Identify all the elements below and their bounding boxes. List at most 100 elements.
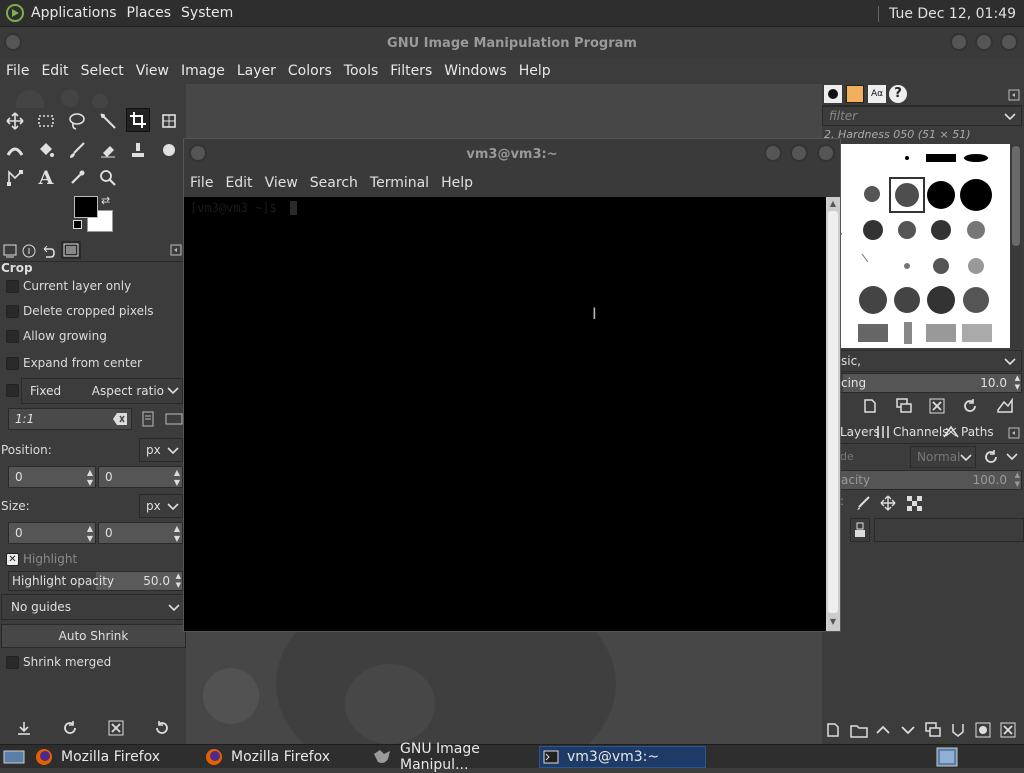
applications-menu[interactable]: Applications	[31, 5, 117, 21]
unified-transform-tool-icon[interactable]	[157, 109, 181, 133]
new-layer-icon[interactable]	[825, 722, 841, 738]
taskbar-item-gimp[interactable]: GNU Image Manipul...	[372, 741, 537, 773]
window-menu-button[interactable]	[4, 33, 22, 51]
terminal-menu-edit[interactable]: Edit	[219, 175, 258, 191]
fonts-tab-icon[interactable]: Aα	[868, 85, 886, 103]
terminal-window[interactable]: vm3@vm3:~ File Edit View Search Terminal…	[183, 138, 841, 632]
layer-mode-combo[interactable]: Normal	[910, 446, 976, 468]
text-tool-icon[interactable]: A	[34, 166, 58, 190]
merge-layer-icon[interactable]	[950, 722, 966, 738]
gimp-titlebar[interactable]: GNU Image Manipulation Program	[0, 28, 1024, 58]
lock-pixels-icon[interactable]	[855, 495, 871, 511]
spin-arrows-icon[interactable]: ▲ ▼	[87, 524, 93, 544]
position-unit-combo[interactable]: px	[139, 438, 183, 462]
maximize-button[interactable]	[975, 33, 993, 51]
raise-layer-icon[interactable]	[875, 722, 891, 738]
allow-growing-checkbox[interactable]	[6, 330, 19, 343]
fixed-checkbox[interactable]	[6, 384, 19, 397]
distro-logo-icon[interactable]	[5, 3, 25, 23]
images-tab-icon[interactable]	[61, 241, 81, 259]
paths-tool-icon[interactable]	[3, 166, 27, 190]
ratio-input[interactable]: 1:1	[8, 408, 132, 430]
portrait-icon[interactable]	[141, 411, 155, 427]
rect-select-tool-icon[interactable]	[34, 109, 58, 133]
paths-tab[interactable]: Paths	[961, 425, 994, 439]
highlight-checkbox[interactable]: ✕	[6, 553, 19, 566]
open-brush-as-image-icon[interactable]	[996, 398, 1014, 414]
move-tool-icon[interactable]	[3, 109, 27, 133]
size-unit-combo[interactable]: px	[139, 494, 183, 518]
system-menu[interactable]: System	[181, 5, 233, 21]
guides-combo[interactable]: No guides	[1, 594, 184, 620]
dock-menu-icon[interactable]	[170, 244, 182, 256]
terminal-menu-file[interactable]: File	[184, 175, 219, 191]
size-height-input[interactable]: 0 ▲ ▼	[98, 522, 183, 544]
brushes-tab-icon[interactable]	[824, 85, 842, 103]
position-y-input[interactable]: 0 ▲ ▼	[98, 466, 183, 488]
places-menu[interactable]: Places	[127, 5, 172, 21]
fuzzy-select-tool-icon[interactable]	[96, 109, 120, 133]
menu-help[interactable]: Help	[513, 63, 557, 79]
spin-arrows-icon[interactable]: ▲ ▼	[1015, 374, 1020, 392]
size-width-input[interactable]: 0 ▲ ▼	[8, 522, 96, 544]
undo-history-tab-icon[interactable]	[40, 243, 56, 259]
paintbrush-tool-icon[interactable]	[65, 138, 89, 162]
bucket-fill-tool-icon[interactable]	[34, 138, 58, 162]
menu-file[interactable]: File	[0, 63, 35, 79]
taskbar-item-firefox-2[interactable]: Mozilla Firefox	[205, 746, 367, 768]
spin-arrows-icon[interactable]: ▲ ▼	[1015, 471, 1020, 489]
delete-layer-icon[interactable]	[1000, 722, 1016, 738]
menu-filters[interactable]: Filters	[384, 63, 438, 79]
highlight-opacity-slider[interactable]: Highlight opacity 50.0 ▲ ▼	[8, 571, 183, 591]
terminal-screen[interactable]: [vm3@vm3 ~]$ I	[184, 197, 826, 631]
clock[interactable]: Tue Dec 12, 01:49	[878, 0, 1016, 27]
default-colors-icon[interactable]	[73, 220, 82, 229]
device-status-tab-icon[interactable]	[21, 243, 37, 259]
fixed-aspect-combo[interactable]: Fixed Aspect ratio	[21, 378, 183, 404]
color-picker-tool-icon[interactable]	[65, 166, 89, 190]
layer-list[interactable]	[822, 544, 1024, 714]
foreground-color-swatch[interactable]	[74, 196, 98, 218]
lock-alpha-icon[interactable]	[906, 495, 922, 511]
layers-tab[interactable]: Layers	[840, 425, 880, 439]
clear-input-icon[interactable]	[112, 412, 128, 426]
menu-layer[interactable]: Layer	[231, 63, 282, 79]
lasso-tool-icon[interactable]	[65, 109, 89, 133]
reset-options-icon[interactable]	[154, 720, 170, 736]
warp-transform-tool-icon[interactable]	[3, 138, 27, 162]
lock-position-icon[interactable]	[880, 495, 896, 511]
channels-tab-icon[interactable]	[876, 425, 890, 439]
terminal-titlebar[interactable]: vm3@vm3:~	[184, 139, 840, 169]
shrink-merged-checkbox[interactable]	[6, 656, 19, 669]
terminal-menu-terminal[interactable]: Terminal	[364, 175, 435, 191]
delete-cropped-checkbox[interactable]	[6, 305, 19, 318]
brush-grid[interactable]	[822, 144, 1010, 348]
menu-tools[interactable]: Tools	[338, 63, 385, 79]
new-brush-icon[interactable]	[862, 398, 878, 414]
close-button[interactable]	[1000, 33, 1018, 51]
menu-view[interactable]: View	[130, 63, 175, 79]
help-tab-icon[interactable]: ?	[889, 85, 907, 103]
show-desktop-icon[interactable]	[3, 749, 25, 765]
dock-menu-icon[interactable]	[1008, 427, 1020, 439]
crop-tool-icon[interactable]	[126, 108, 150, 132]
window-menu-button[interactable]	[189, 144, 207, 162]
terminal-scrollbar[interactable]: ▲ ▼	[826, 197, 840, 631]
taskbar-item-terminal[interactable]: vm3@vm3:~	[539, 746, 706, 768]
auto-shrink-button[interactable]: Auto Shrink	[1, 624, 186, 648]
tool-options-tab-icon[interactable]	[2, 243, 18, 259]
delete-options-icon[interactable]	[108, 720, 124, 736]
chevron-down-icon[interactable]	[1006, 452, 1018, 462]
terminal-menu-view[interactable]: View	[259, 175, 304, 191]
brush-tag-combo[interactable]: sic,	[822, 350, 1022, 372]
landscape-icon[interactable]	[165, 412, 183, 426]
minimize-button[interactable]	[950, 33, 968, 51]
menu-windows[interactable]: Windows	[438, 63, 513, 79]
menu-select[interactable]: Select	[75, 63, 130, 79]
save-options-icon[interactable]	[16, 720, 32, 736]
smudge-tool-icon[interactable]	[157, 138, 181, 162]
brush-filter-input[interactable]: filter	[822, 106, 1022, 126]
spacing-slider[interactable]: cing 10.0 ▲ ▼	[822, 373, 1022, 393]
swap-colors-icon[interactable]: ⇄	[101, 194, 110, 207]
spin-arrows-icon[interactable]: ▲ ▼	[87, 468, 93, 488]
